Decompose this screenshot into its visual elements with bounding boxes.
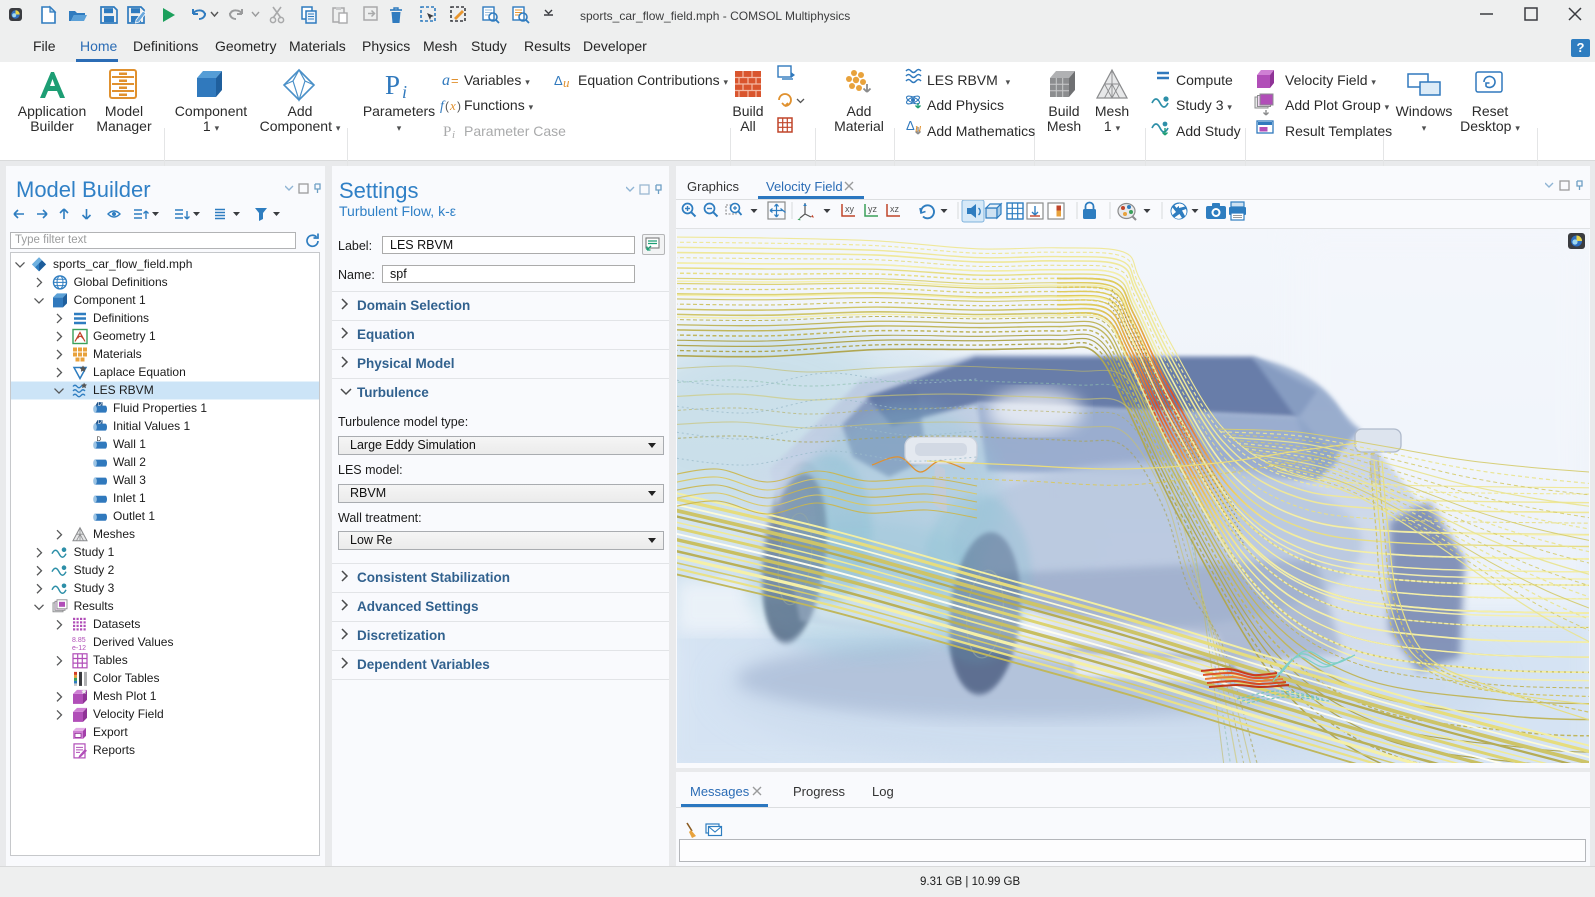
svg-text:P: P xyxy=(443,124,451,140)
svg-text:(: ( xyxy=(445,99,449,113)
svg-text:8.85: 8.85 xyxy=(72,637,86,644)
svg-text:a: a xyxy=(442,72,450,89)
svg-text:yz: yz xyxy=(868,204,878,214)
svg-text:e-12: e-12 xyxy=(72,645,86,652)
svg-text:Δ: Δ xyxy=(554,73,563,88)
svg-text:u: u xyxy=(563,75,570,90)
svg-text:D: D xyxy=(98,420,103,426)
svg-text:x: x xyxy=(449,98,456,113)
svg-text:i: i xyxy=(452,129,455,141)
svg-text:xy: xy xyxy=(845,204,855,214)
svg-text:D: D xyxy=(98,402,103,408)
svg-text:D: D xyxy=(97,436,102,443)
svg-text:P: P xyxy=(385,70,400,100)
svg-text:): ) xyxy=(457,99,461,113)
svg-text:=: = xyxy=(451,73,459,88)
svg-text:xz: xz xyxy=(890,204,900,214)
svg-text:Δ: Δ xyxy=(906,118,915,133)
svg-text:i: i xyxy=(402,82,407,102)
